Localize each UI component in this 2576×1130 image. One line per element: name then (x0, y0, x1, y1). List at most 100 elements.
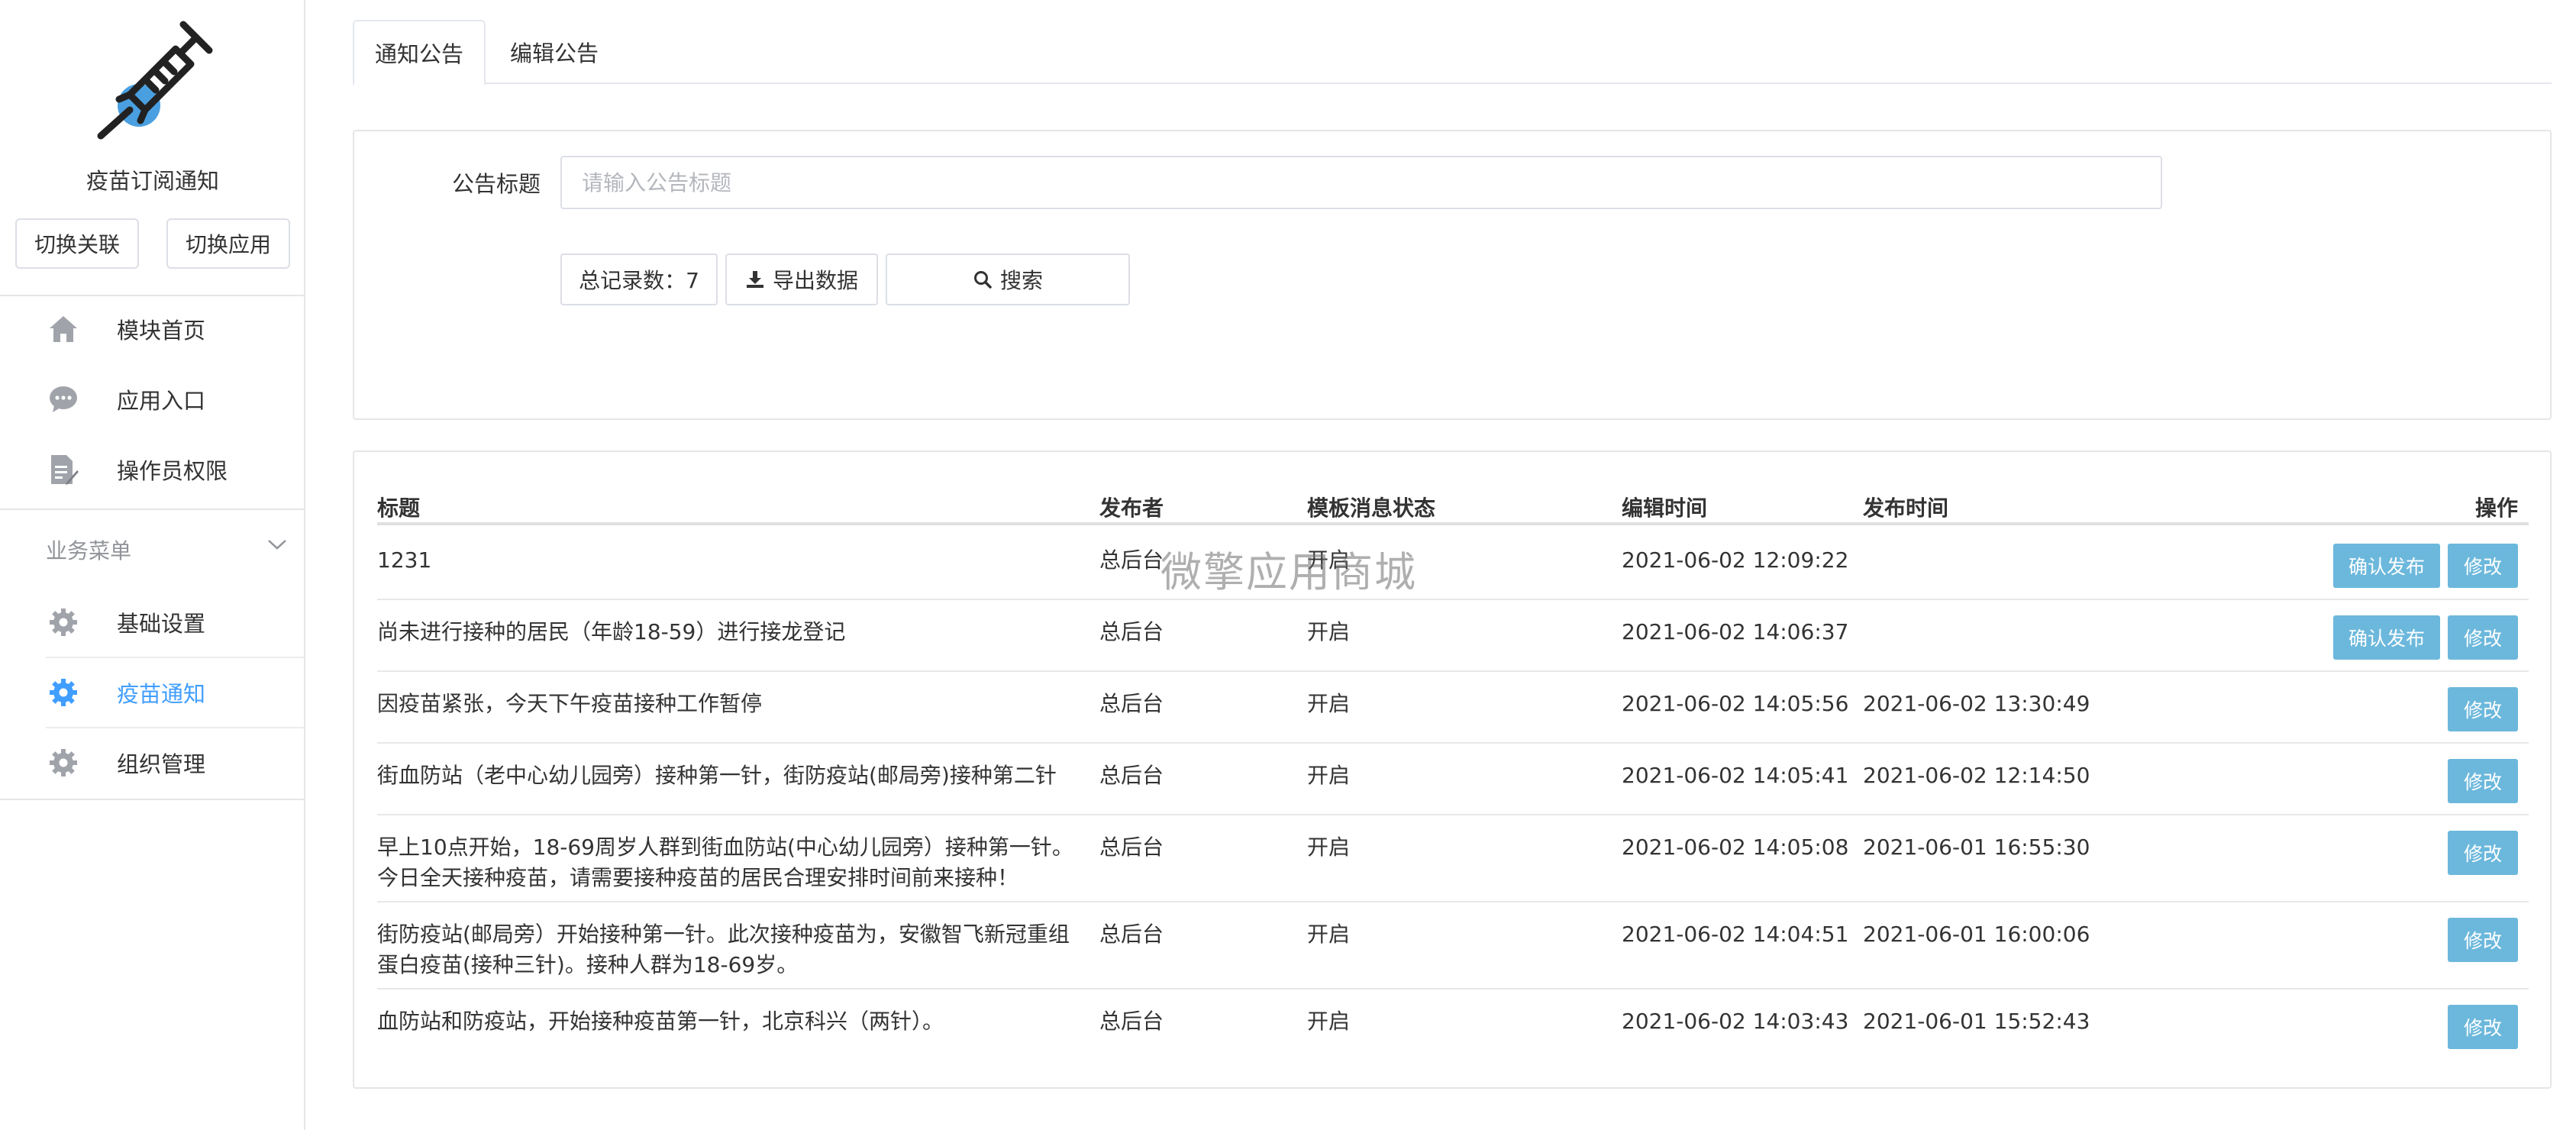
title-search-input[interactable] (560, 156, 2162, 209)
table-row: 血防站和防疫站，开始接种疫苗第一针，北京科兴（两针）。 总后台 开启 2021-… (377, 990, 2529, 1061)
sidebar-item-module-home[interactable]: 模块首页 (0, 295, 304, 363)
export-data-button[interactable]: 导出数据 (725, 253, 878, 305)
row-publisher: 总后台 (1099, 835, 1164, 860)
column-header-title: 标题 (377, 496, 421, 521)
tab-notice[interactable]: 通知公告 (353, 20, 486, 86)
column-header-publish-time: 发布时间 (1863, 496, 1949, 521)
row-edit-time: 2021-06-02 14:05:56 (1622, 691, 1849, 716)
row-status: 开启 (1307, 619, 1351, 644)
edit-button[interactable]: 修改 (2448, 615, 2518, 660)
edit-button[interactable]: 修改 (2448, 544, 2518, 588)
app-logo (0, 14, 305, 151)
edit-button[interactable]: 修改 (2448, 1005, 2518, 1049)
sidebar-divider (0, 508, 305, 510)
row-publish-time: 2021-06-02 13:30:49 (1863, 691, 2090, 716)
edit-button[interactable]: 修改 (2448, 759, 2518, 803)
column-header-ops: 操作 (2474, 496, 2518, 521)
sidebar-item-label: 基础设置 (117, 611, 206, 637)
sidebar-item-app-entry[interactable]: 应用入口 (0, 365, 304, 434)
row-title: 尚未进行接种的居民（年龄18-59）进行接龙登记 (377, 619, 846, 644)
row-publisher: 总后台 (1099, 619, 1164, 644)
search-icon (973, 271, 992, 289)
row-title: 因疫苗紧张，今天下午疫苗接种工作暂停 (377, 691, 763, 716)
row-status: 开启 (1307, 835, 1351, 860)
row-title: 街防疫站(邮局旁）开始接种第一针。此次接种疫苗为，安徽智飞新冠重组蛋白疫苗(接种… (377, 922, 1070, 977)
row-title: 血防站和防疫站，开始接种疫苗第一针，北京科兴（两针）。 (377, 1009, 944, 1034)
row-publish-time: 2021-06-01 16:00:06 (1863, 922, 2090, 947)
chat-icon (47, 383, 79, 415)
edit-button[interactable]: 修改 (2448, 831, 2518, 875)
row-actions: 修改 (2448, 918, 2518, 962)
table-row: 因疫苗紧张，今天下午疫苗接种工作暂停 总后台 开启 2021-06-02 14:… (377, 672, 2529, 744)
gear-icon (47, 747, 79, 779)
row-publisher: 总后台 (1099, 547, 1164, 573)
row-status: 开启 (1307, 763, 1351, 788)
sidebar-divider (0, 799, 305, 800)
tab-bar: 通知公告 编辑公告 (353, 20, 2552, 86)
row-edit-time: 2021-06-02 14:06:37 (1622, 619, 1849, 644)
table-row: 早上10点开始，18-69周岁人群到街血防站(中心幼儿园旁）接种第一针。今日全天… (377, 815, 2529, 902)
row-status: 开启 (1307, 547, 1351, 573)
row-publisher: 总后台 (1099, 691, 1164, 716)
tab-edit-notice[interactable]: 编辑公告 (486, 20, 623, 84)
search-panel: 公告标题 总记录数：7 导出数据 搜索 (353, 130, 2552, 420)
sidebar-item-basic-settings[interactable]: 基础设置 (0, 588, 304, 657)
row-status: 开启 (1307, 1009, 1351, 1034)
table-row: 尚未进行接种的居民（年龄18-59）进行接龙登记 总后台 开启 2021-06-… (377, 600, 2529, 672)
row-title: 早上10点开始，18-69周岁人群到街血防站(中心幼儿园旁）接种第一针。今日全天… (377, 835, 1073, 890)
sidebar-item-label: 应用入口 (117, 388, 206, 414)
sidebar-item-org-management[interactable]: 组织管理 (0, 728, 304, 797)
sidebar-item-label: 疫苗通知 (117, 681, 206, 707)
confirm-publish-button[interactable]: 确认发布 (2333, 544, 2440, 588)
total-records-button[interactable]: 总记录数：7 (560, 253, 718, 305)
syringe-icon (97, 21, 213, 140)
sidebar-item-vaccine-notice[interactable]: 疫苗通知 (0, 658, 304, 727)
row-actions: 确认发布 修改 (2333, 615, 2518, 660)
gear-icon (47, 676, 79, 709)
row-publish-time: 2021-06-01 15:52:43 (1863, 1009, 2090, 1034)
column-header-edit-time: 编辑时间 (1622, 496, 1708, 521)
document-edit-icon (47, 454, 79, 486)
table-row: 街血防站（老中心幼儿园旁）接种第一针，街防疫站(邮局旁)接种第二针 总后台 开启… (377, 744, 2529, 815)
column-header-status: 模板消息状态 (1307, 496, 1436, 521)
row-actions: 确认发布 修改 (2333, 544, 2518, 588)
chevron-down-icon[interactable] (266, 533, 289, 556)
app-name: 疫苗订阅通知 (86, 168, 219, 194)
row-publish-time: 2021-06-01 16:55:30 (1863, 835, 2090, 860)
edit-button[interactable]: 修改 (2448, 918, 2518, 962)
confirm-publish-button[interactable]: 确认发布 (2333, 615, 2440, 660)
row-publish-time: 2021-06-02 12:14:50 (1863, 763, 2090, 788)
export-label: 导出数据 (772, 268, 858, 293)
row-status: 开启 (1307, 691, 1351, 716)
sidebar-item-label: 操作员权限 (117, 458, 228, 484)
column-header-publisher: 发布者 (1099, 496, 1164, 521)
download-icon (746, 271, 763, 288)
sidebar-item-label: 组织管理 (117, 751, 206, 777)
row-edit-time: 2021-06-02 14:03:43 (1622, 1009, 1849, 1034)
table-row: 街防疫站(邮局旁）开始接种第一针。此次接种疫苗为，安徽智飞新冠重组蛋白疫苗(接种… (377, 902, 2529, 990)
row-edit-time: 2021-06-02 14:04:51 (1622, 922, 1849, 947)
row-edit-time: 2021-06-02 14:05:08 (1622, 835, 1849, 860)
row-publisher: 总后台 (1099, 763, 1164, 788)
search-button[interactable]: 搜索 (886, 253, 1130, 305)
sidebar-item-label: 模块首页 (117, 318, 206, 344)
business-menu-title[interactable]: 业务菜单 (46, 534, 131, 565)
row-actions: 修改 (2448, 687, 2518, 731)
row-publisher: 总后台 (1099, 922, 1164, 947)
row-status: 开启 (1307, 922, 1351, 947)
switch-app-button[interactable]: 切换应用 (166, 218, 290, 269)
row-title: 1231 (377, 547, 432, 573)
switch-link-button[interactable]: 切换关联 (15, 218, 139, 269)
row-publisher: 总后台 (1099, 1009, 1164, 1034)
notice-table-panel: 标题 发布者 模板消息状态 编辑时间 发布时间 操作 1231 总后台 开启 2… (353, 450, 2552, 1089)
row-edit-time: 2021-06-02 12:09:22 (1622, 547, 1849, 573)
table-row: 1231 总后台 开启 2021-06-02 12:09:22 确认发布 修改 (377, 528, 2529, 600)
gear-icon (47, 606, 79, 638)
row-actions: 修改 (2448, 759, 2518, 803)
row-actions: 修改 (2448, 831, 2518, 875)
search-label: 搜索 (999, 268, 1043, 293)
row-title: 街血防站（老中心幼儿园旁）接种第一针，街防疫站(邮局旁)接种第二针 (377, 763, 1057, 788)
edit-button[interactable]: 修改 (2448, 687, 2518, 731)
sidebar-item-operator-permissions[interactable]: 操作员权限 (0, 435, 304, 504)
table-header: 标题 发布者 模板消息状态 编辑时间 发布时间 操作 (377, 475, 2529, 525)
